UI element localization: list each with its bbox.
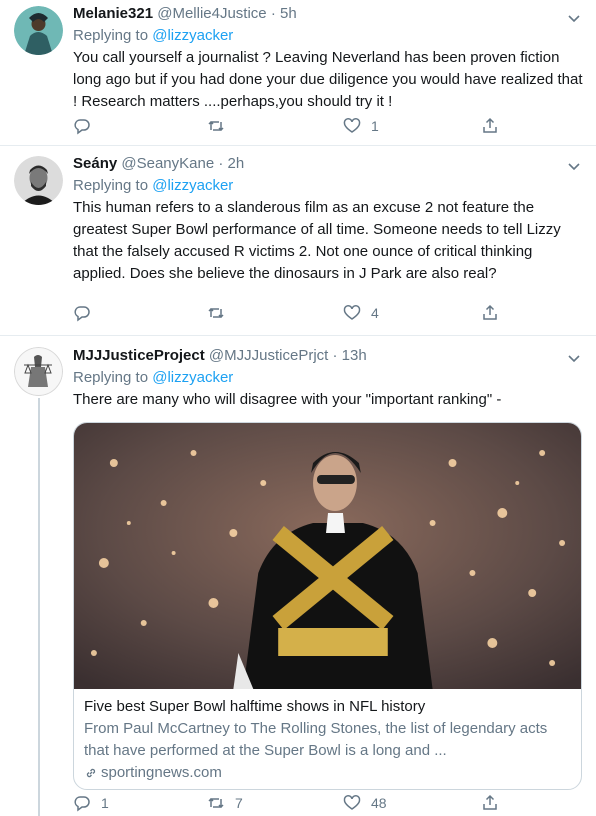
- card-description: From Paul McCartney to The Rolling Stone…: [84, 720, 548, 759]
- tweet[interactable]: MJJJusticeProject @MJJJusticePrjct · 13h…: [0, 336, 596, 816]
- time-separator: ·: [332, 347, 338, 364]
- display-name[interactable]: MJJJusticeProject: [73, 347, 205, 364]
- card-domain: sportingnews.com: [84, 762, 571, 784]
- mention-link[interactable]: @lizzyacker: [152, 177, 233, 194]
- replying-to: Replying to @lizzyacker: [73, 175, 584, 197]
- reply-button[interactable]: [73, 302, 101, 324]
- share-icon: [483, 117, 497, 133]
- share-button[interactable]: [481, 792, 499, 814]
- chevron-down-icon[interactable]: [566, 10, 582, 26]
- tweet[interactable]: Melanie321 @Mellie4Justice · 5h Replying…: [0, 0, 596, 146]
- timestamp[interactable]: 2h: [228, 155, 245, 172]
- retweet-button[interactable]: [207, 115, 235, 137]
- share-icon: [483, 794, 497, 810]
- user-handle[interactable]: @Mellie4Justice: [157, 5, 266, 22]
- card-domain-text: sportingnews.com: [101, 764, 222, 781]
- card-meta: Five best Super Bowl halftime shows in N…: [84, 696, 571, 784]
- avatar[interactable]: [14, 6, 63, 55]
- tweet[interactable]: Seány @SeanyKane · 2h Replying to @lizzy…: [0, 146, 596, 336]
- display-name[interactable]: Melanie321: [73, 5, 153, 22]
- like-button[interactable]: 4: [343, 302, 379, 324]
- tweet-text: This human refers to a slanderous film a…: [73, 199, 561, 282]
- retweet-button[interactable]: 7: [207, 792, 243, 814]
- mention-link[interactable]: @lizzyacker: [152, 369, 233, 386]
- user-handle[interactable]: @MJJJusticePrjct: [209, 347, 328, 364]
- replying-to: Replying to @lizzyacker: [73, 25, 584, 47]
- replying-to-label: Replying to: [73, 177, 149, 194]
- share-button[interactable]: [481, 302, 499, 324]
- replying-to: Replying to @lizzyacker: [73, 367, 584, 389]
- tweet-text: You call yourself a journalist ? Leaving…: [73, 49, 583, 110]
- retweet-icon: [208, 307, 224, 319]
- like-count: 4: [371, 305, 379, 321]
- timestamp[interactable]: 13h: [342, 347, 367, 364]
- replying-to-label: Replying to: [73, 369, 149, 386]
- like-icon: [343, 118, 361, 133]
- tweet-header: Melanie321 @Mellie4Justice · 5h: [73, 3, 584, 25]
- timestamp[interactable]: 5h: [280, 5, 297, 22]
- thread-line: [38, 398, 40, 816]
- mention-link[interactable]: @lizzyacker: [152, 27, 233, 44]
- chevron-down-icon[interactable]: [566, 350, 582, 366]
- like-button[interactable]: 48: [343, 792, 387, 814]
- chevron-down-icon[interactable]: [566, 158, 582, 174]
- share-button[interactable]: [481, 115, 499, 137]
- retweet-icon: [208, 797, 224, 809]
- reply-button[interactable]: 1: [73, 792, 109, 814]
- tweet-header: Seány @SeanyKane · 2h: [73, 153, 584, 175]
- user-handle[interactable]: @SeanyKane: [121, 155, 214, 172]
- retweet-count: 7: [235, 795, 243, 811]
- like-button[interactable]: 1: [343, 115, 379, 137]
- like-count: 48: [371, 795, 387, 811]
- like-count: 1: [371, 118, 379, 134]
- retweet-icon: [208, 120, 224, 132]
- reply-icon: [74, 119, 90, 135]
- reply-icon: [74, 796, 90, 812]
- time-separator: ·: [218, 155, 224, 172]
- reply-count: 1: [101, 795, 109, 811]
- link-icon: [86, 768, 96, 778]
- tweet-text: There are many who will disagree with yo…: [73, 391, 502, 408]
- avatar[interactable]: [14, 347, 63, 396]
- reply-icon: [74, 306, 90, 322]
- retweet-button[interactable]: [207, 302, 235, 324]
- like-icon: [343, 795, 361, 810]
- card-image: [74, 423, 581, 689]
- tweet-header: MJJJusticeProject @MJJJusticePrjct · 13h: [73, 345, 584, 367]
- like-icon: [343, 305, 361, 320]
- reply-button[interactable]: [73, 115, 101, 137]
- card-title: Five best Super Bowl halftime shows in N…: [84, 698, 426, 715]
- display-name[interactable]: Seány: [73, 155, 117, 172]
- time-separator: ·: [270, 5, 276, 22]
- share-icon: [483, 304, 497, 320]
- replying-to-label: Replying to: [73, 27, 149, 44]
- link-card[interactable]: Five best Super Bowl halftime shows in N…: [73, 422, 582, 790]
- avatar[interactable]: [14, 156, 63, 205]
